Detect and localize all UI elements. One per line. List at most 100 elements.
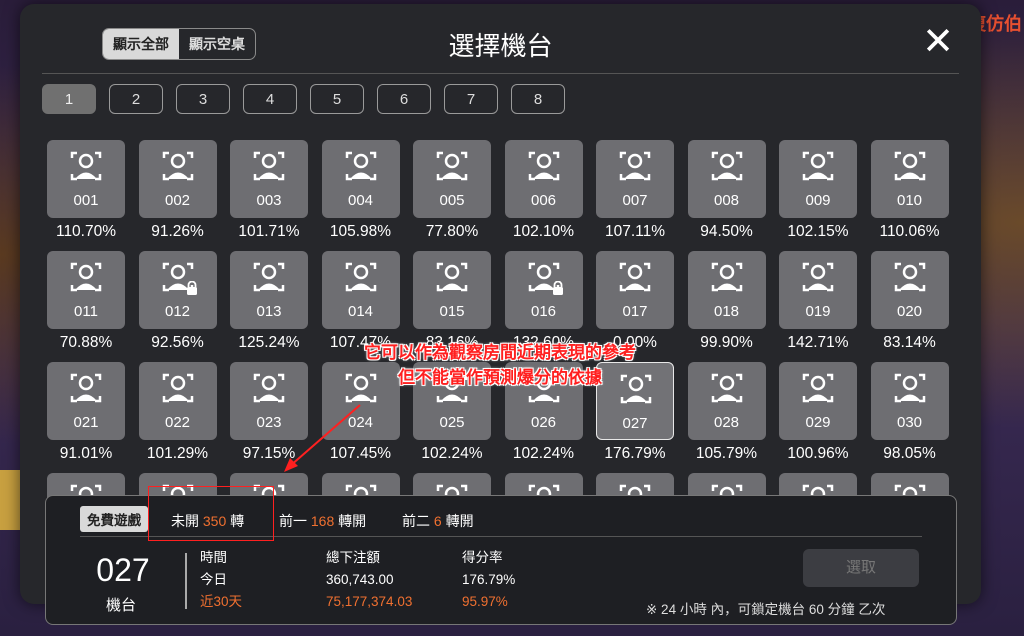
machine-rate: 142.71% bbox=[787, 334, 849, 351]
machine-number: 014 bbox=[347, 303, 374, 320]
page-tab-1[interactable]: 1 bbox=[42, 84, 96, 114]
machine-tile[interactable]: 020 bbox=[870, 251, 949, 329]
machine-tile[interactable]: 023 bbox=[230, 362, 308, 440]
user-avatar-icon bbox=[802, 151, 834, 181]
page-tab-5[interactable]: 5 bbox=[310, 84, 364, 114]
page-tab-7[interactable]: 7 bbox=[444, 84, 498, 114]
user-avatar-icon bbox=[894, 262, 925, 292]
machine-tile[interactable]: 012 bbox=[138, 251, 217, 329]
machine-tile[interactable]: 010 bbox=[870, 140, 949, 218]
user-avatar-icon bbox=[619, 262, 651, 292]
modal-title: 選擇機台 bbox=[448, 31, 553, 61]
page-tab-8[interactable]: 8 bbox=[511, 84, 565, 114]
machine-rate: 105.98% bbox=[329, 223, 392, 240]
machine-number: 023 bbox=[256, 414, 282, 431]
machine-tile[interactable]: 002 bbox=[138, 140, 217, 218]
user-avatar-icon bbox=[802, 373, 834, 403]
annotation-text: 它可以作為觀察房間近期表現的參考 但不能當作預測爆分的依據 bbox=[305, 340, 695, 390]
machine-tile[interactable]: 022 bbox=[138, 362, 217, 440]
machine-tile[interactable]: 007 bbox=[596, 140, 674, 218]
machine-rate: 92.56% bbox=[151, 334, 204, 351]
user-avatar-icon bbox=[711, 151, 742, 181]
selected-machine-label: 機台 bbox=[106, 597, 137, 614]
bet-30d: 75,177,374.03 bbox=[326, 594, 413, 609]
page-tab-6[interactable]: 6 bbox=[377, 84, 431, 114]
user-avatar-icon bbox=[70, 262, 102, 292]
machine-cell-020: 020 83.14% bbox=[870, 251, 951, 352]
machine-number: 027 bbox=[622, 415, 648, 432]
machine-tile[interactable]: 009 bbox=[779, 140, 857, 218]
machine-tile[interactable]: 018 bbox=[687, 251, 766, 329]
machine-cell-023: 023 97.15% bbox=[230, 362, 310, 463]
prev1-value: 168 bbox=[310, 513, 335, 529]
machine-cell-011: 011 70.88% bbox=[47, 251, 127, 352]
machine-tile[interactable]: 005 bbox=[413, 140, 491, 218]
machine-number: 004 bbox=[347, 192, 374, 209]
prev1-unit: 轉開 bbox=[338, 513, 367, 529]
machine-rate: 102.15% bbox=[787, 223, 849, 240]
machine-number: 010 bbox=[896, 192, 923, 209]
user-avatar-icon bbox=[70, 373, 102, 403]
machine-rate: 102.24% bbox=[512, 445, 575, 462]
machine-rate: 107.45% bbox=[329, 445, 392, 462]
machine-cell-017: 017 0.00% bbox=[596, 251, 676, 352]
machine-number: 007 bbox=[622, 192, 648, 209]
machine-tile[interactable]: 030 bbox=[870, 362, 949, 440]
machine-number: 009 bbox=[805, 192, 831, 209]
machine-cell-014: 014 107.47% bbox=[321, 251, 402, 352]
prev1-stat: 前一 168 轉開 bbox=[279, 511, 366, 531]
close-icon[interactable]: ✕ bbox=[918, 22, 958, 62]
machine-tile[interactable]: 016 bbox=[504, 251, 583, 329]
machine-tile[interactable]: 015 bbox=[413, 251, 491, 329]
machine-number: 015 bbox=[439, 303, 465, 320]
machine-tile[interactable]: 014 bbox=[321, 251, 400, 329]
machine-rate: 107.11% bbox=[604, 223, 666, 240]
machine-cell-022: 022 101.29% bbox=[138, 362, 219, 463]
lock-note: ※ 24 小時 內，可鎖定機台 60 分鐘 乙次 bbox=[646, 602, 886, 617]
machine-number: 020 bbox=[896, 303, 923, 320]
lock-icon bbox=[552, 281, 563, 295]
machine-rate: 125.24% bbox=[238, 334, 300, 351]
machine-cell-012: 012 92.56% bbox=[138, 251, 219, 352]
machine-cell-015: 015 83.16% bbox=[413, 251, 493, 352]
machine-number: 018 bbox=[713, 303, 740, 320]
machine-rate: 110.06% bbox=[879, 223, 940, 240]
machine-rate: 102.10% bbox=[512, 223, 575, 240]
machine-tile[interactable]: 008 bbox=[687, 140, 766, 218]
machine-tile[interactable]: 011 bbox=[47, 251, 125, 329]
machine-number: 021 bbox=[73, 414, 99, 431]
page-tab-3[interactable]: 3 bbox=[176, 84, 230, 114]
user-avatar-icon bbox=[528, 151, 559, 181]
machine-tile[interactable]: 029 bbox=[779, 362, 857, 440]
page-tab-2[interactable]: 2 bbox=[109, 84, 163, 114]
machine-number: 025 bbox=[439, 414, 465, 431]
machine-number: 001 bbox=[73, 192, 99, 209]
machine-number: 026 bbox=[530, 414, 557, 431]
machine-rate: 99.90% bbox=[700, 334, 753, 351]
user-avatar-icon bbox=[70, 151, 102, 181]
machine-cell-030: 030 98.05% bbox=[870, 362, 951, 463]
machine-rate: 91.01% bbox=[59, 445, 113, 462]
user-avatar-icon bbox=[162, 151, 193, 181]
machine-rate: 105.79% bbox=[695, 445, 758, 462]
machine-rate: 70.88% bbox=[59, 334, 113, 351]
machine-tile[interactable]: 028 bbox=[687, 362, 766, 440]
machine-tile[interactable]: 021 bbox=[47, 362, 125, 440]
machine-cell-004: 004 105.98% bbox=[321, 140, 402, 241]
user-avatar-icon bbox=[345, 262, 376, 292]
machine-tile[interactable]: 004 bbox=[321, 140, 400, 218]
machine-tile[interactable]: 013 bbox=[230, 251, 308, 329]
machine-tile[interactable]: 006 bbox=[504, 140, 583, 218]
machine-cell-001: 001 110.70% bbox=[47, 140, 127, 241]
bet-today: 360,743.00 bbox=[326, 572, 394, 587]
machine-tile[interactable]: 003 bbox=[230, 140, 308, 218]
machine-tile[interactable]: 017 bbox=[596, 251, 674, 329]
machine-tile[interactable]: 019 bbox=[779, 251, 857, 329]
machine-cell-006: 006 102.10% bbox=[504, 140, 585, 241]
machine-rate: 101.71% bbox=[238, 223, 300, 240]
user-avatar-icon bbox=[894, 151, 925, 181]
user-avatar-icon bbox=[253, 373, 285, 403]
choose-button[interactable]: 選取 bbox=[803, 549, 919, 587]
machine-tile[interactable]: 001 bbox=[47, 140, 125, 218]
page-tab-4[interactable]: 4 bbox=[243, 84, 297, 114]
